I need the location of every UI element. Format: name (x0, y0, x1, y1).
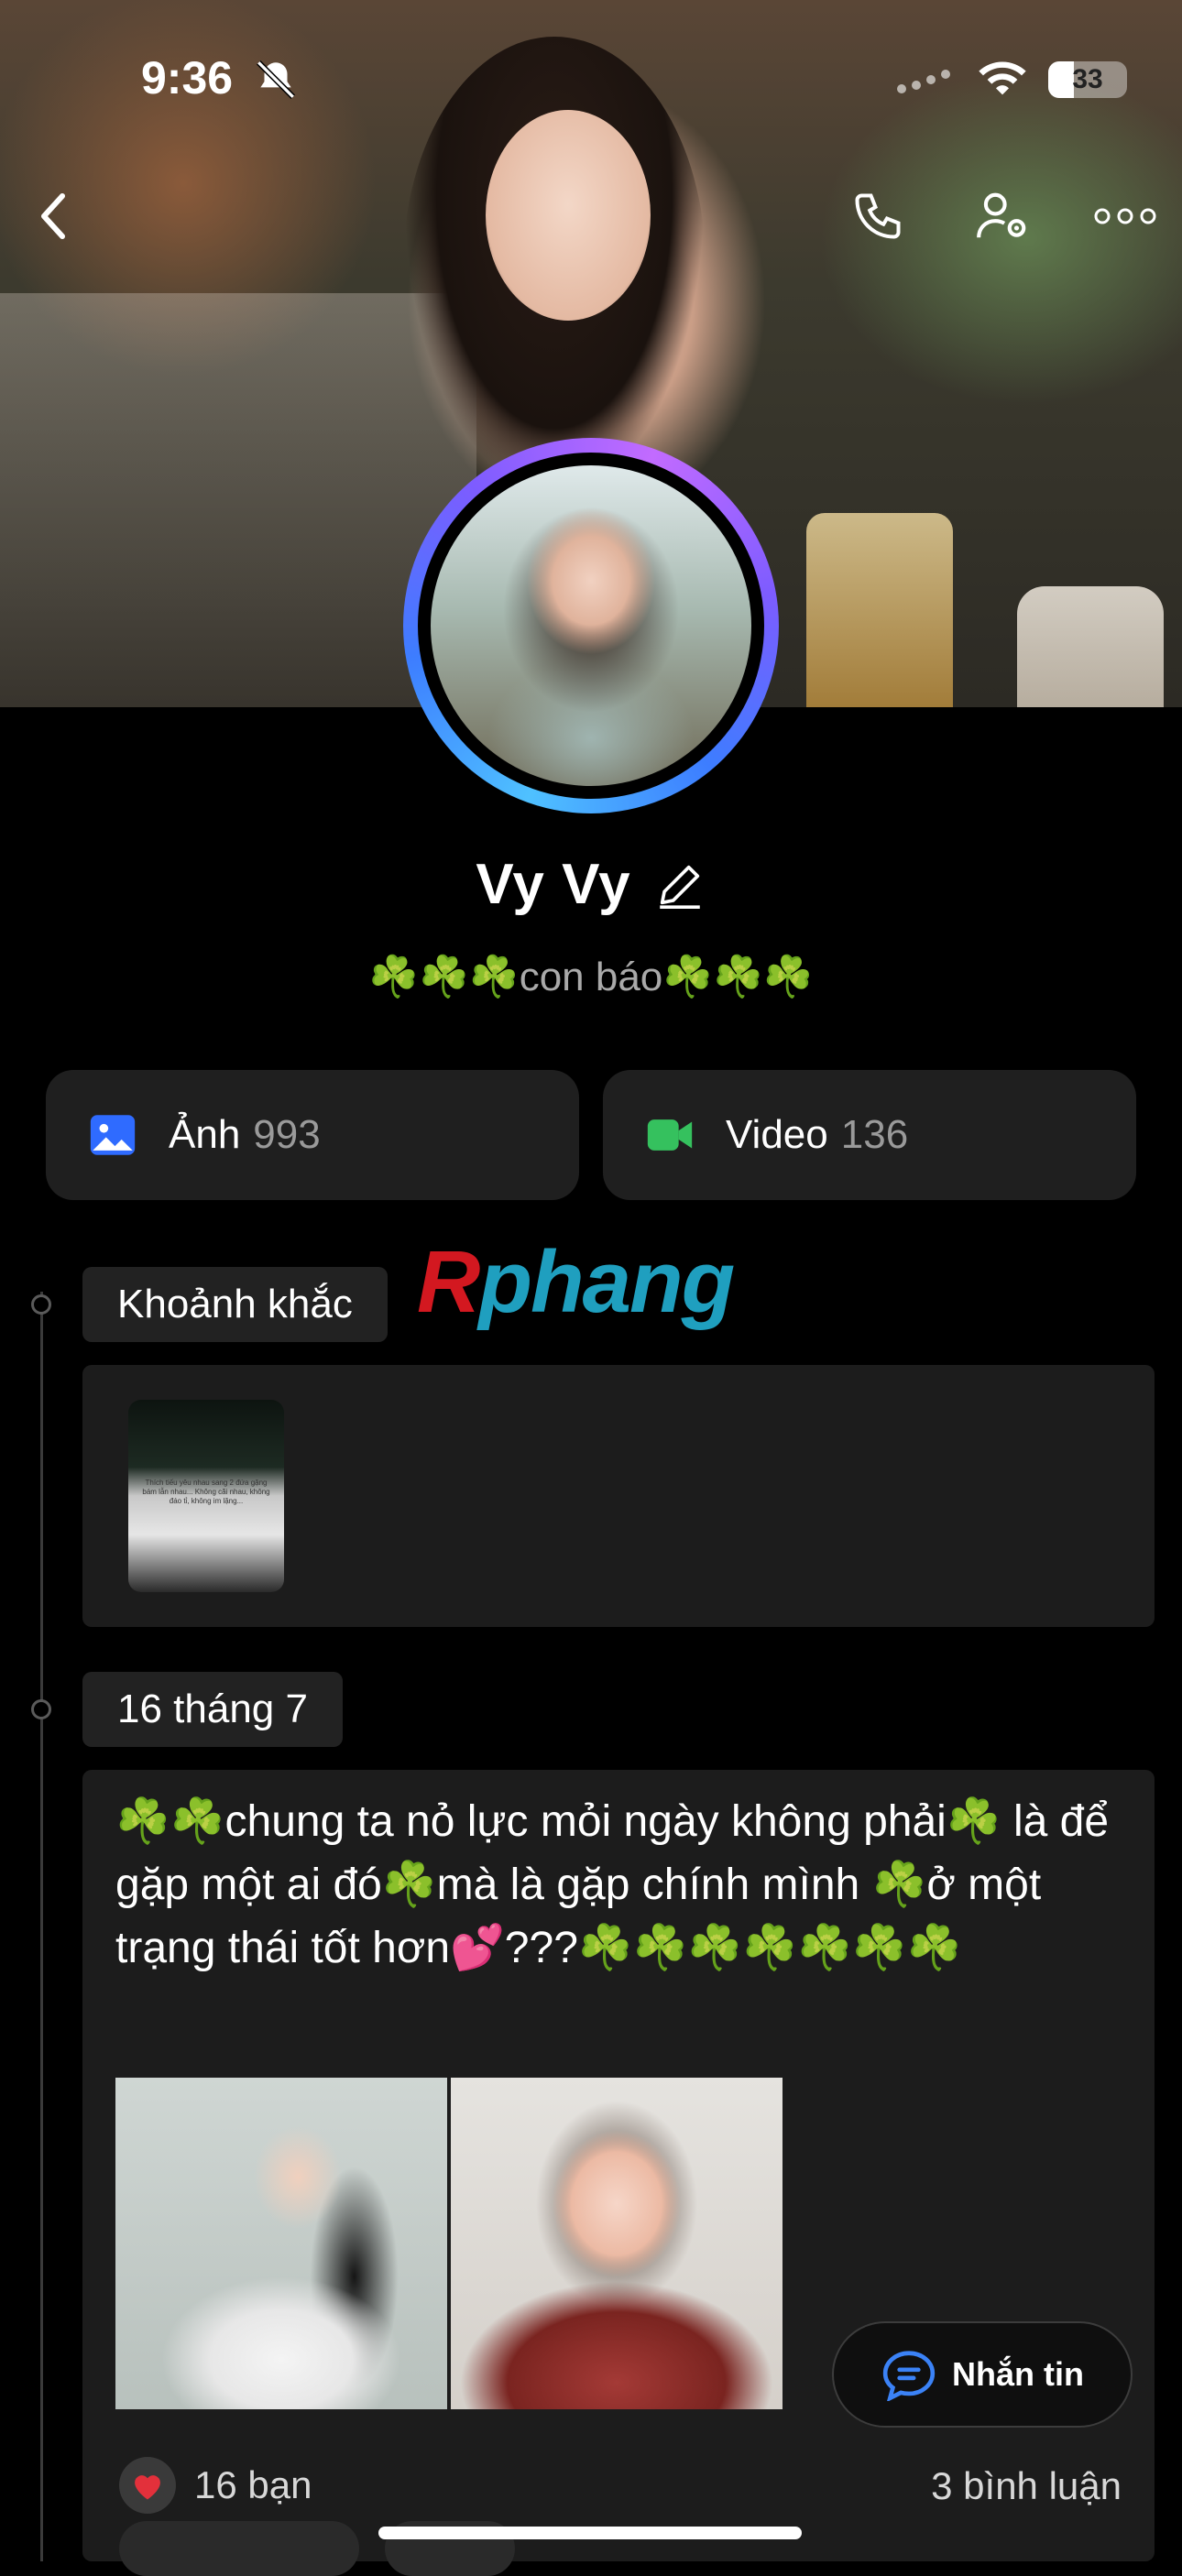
profile-settings-button[interactable] (969, 183, 1035, 249)
more-button[interactable] (1089, 183, 1162, 249)
battery-level: 33 (1072, 64, 1103, 94)
cover-drink (806, 513, 953, 707)
battery-indicator: 33 (1048, 61, 1127, 98)
comments-count[interactable]: 3 bình luận (931, 2464, 1122, 2508)
cover-cup (1017, 586, 1164, 707)
chevron-left-icon (41, 193, 65, 239)
status-indicators: 33 (892, 60, 1127, 99)
more-dots-icon (1094, 208, 1156, 224)
likes-count: 16 bạn (194, 2463, 312, 2506)
photos-label: Ảnh (169, 1112, 241, 1157)
heart-icon (135, 2475, 160, 2500)
timeline-dot (31, 1699, 51, 1719)
post-card: ☘️☘️chung ta nỏ lực mỏi ngày không phải☘… (82, 1770, 1155, 2561)
videos-label: Video (726, 1112, 828, 1157)
watermark: Rphang (417, 1233, 735, 1331)
profile-name-row: Vy Vy (0, 852, 1182, 917)
avatar-photo (431, 465, 751, 786)
moment-thumbnail[interactable]: Thích tiếu yêu nhau sang 2 đứa gặng bám … (128, 1400, 284, 1592)
moments-card: Thích tiếu yêu nhau sang 2 đứa gặng bám … (82, 1365, 1155, 1627)
avatar[interactable] (403, 438, 779, 813)
date-label: 16 tháng 7 (82, 1672, 343, 1747)
profile-bio: ☘️☘️☘️con báo☘️☘️☘️ (368, 955, 814, 999)
image-icon (90, 1115, 136, 1155)
message-label: Nhắn tin (952, 2355, 1084, 2393)
timeline-line (40, 1292, 43, 2561)
user-gear-icon (977, 192, 1026, 238)
video-camera-icon (647, 1119, 693, 1151)
pencil-icon[interactable] (653, 858, 706, 911)
reaction-summary[interactable]: 16 bạn (119, 2457, 312, 2514)
profile-name: Vy Vy (476, 853, 631, 916)
videos-button[interactable]: Video 136 (603, 1070, 1136, 1200)
videos-count: 136 (840, 1112, 909, 1157)
phone-icon (855, 193, 901, 239)
timeline-dot (31, 1294, 51, 1315)
post-text: ☘️☘️chung ta nỏ lực mỏi ngày không phải☘… (115, 1797, 1110, 1972)
photos-button[interactable]: Ảnh 993 (46, 1070, 579, 1200)
status-bar: 9:36 33 (0, 0, 1182, 147)
status-time: 9:36 (141, 52, 234, 104)
post-photo-2[interactable] (451, 2078, 783, 2409)
signal-icon (897, 70, 950, 93)
moments-label: Khoảnh khắc (82, 1267, 388, 1342)
silent-bell-icon (257, 60, 295, 99)
chat-bubble-icon (882, 2351, 936, 2401)
back-button[interactable] (20, 183, 86, 249)
call-button[interactable] (845, 183, 911, 249)
wifi-icon (979, 61, 1026, 95)
moment-thumb-text: Thích tiếu yêu nhau sang 2 đứa gặng bám … (142, 1479, 270, 1505)
post-photo-1[interactable] (115, 2078, 447, 2409)
heart-reaction-icon (119, 2457, 176, 2514)
home-indicator[interactable] (378, 2527, 802, 2539)
photos-count: 993 (253, 1112, 321, 1157)
message-button[interactable]: Nhắn tin (832, 2321, 1133, 2428)
like-action-button[interactable] (119, 2521, 359, 2576)
